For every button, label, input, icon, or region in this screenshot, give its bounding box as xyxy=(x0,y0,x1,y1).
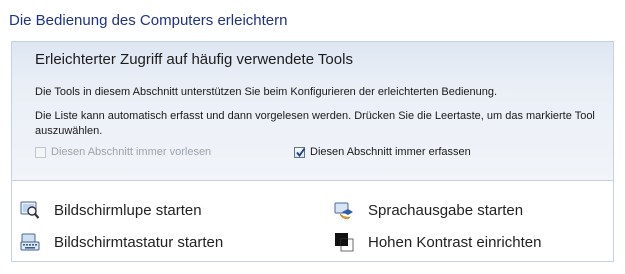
narrator-icon xyxy=(334,202,353,220)
start-magnifier-link[interactable]: Bildschirmlupe starten xyxy=(20,200,202,220)
setup-high-contrast-link[interactable]: Hohen Kontrast einrichten xyxy=(334,232,541,252)
always-read-checkbox-row: Diesen Abschnitt immer vorlesen xyxy=(35,146,211,158)
section-heading: Erleichterter Zugriff auf häufig verwend… xyxy=(35,51,353,68)
always-read-checkbox xyxy=(35,146,46,158)
keyboard-icon xyxy=(20,233,40,251)
checkmark-icon xyxy=(296,147,306,157)
start-onscreen-keyboard-label[interactable]: Bildschirmtastatur starten xyxy=(54,234,223,251)
start-narrator-label[interactable]: Sprachausgabe starten xyxy=(368,202,523,219)
page-title: Die Bedienung des Computers erleichtern xyxy=(9,12,288,29)
section-instructions: Die Liste kann automatisch erfasst und d… xyxy=(35,110,595,137)
high-contrast-icon xyxy=(335,233,354,252)
start-onscreen-keyboard-link[interactable]: Bildschirmtastatur starten xyxy=(20,232,223,252)
section-description: Die Tools in diesem Abschnitt unterstütz… xyxy=(35,86,498,98)
always-scan-label[interactable]: Diesen Abschnitt immer erfassen xyxy=(310,146,471,158)
always-scan-checkbox[interactable] xyxy=(294,146,306,158)
magnifier-icon xyxy=(20,201,40,219)
always-scan-checkbox-row[interactable]: Diesen Abschnitt immer erfassen xyxy=(294,146,471,158)
section-header-band: Erleichterter Zugriff auf häufig verwend… xyxy=(12,42,613,181)
quick-access-section: Erleichterter Zugriff auf häufig verwend… xyxy=(11,41,614,262)
setup-high-contrast-label[interactable]: Hohen Kontrast einrichten xyxy=(368,234,541,251)
start-magnifier-label[interactable]: Bildschirmlupe starten xyxy=(54,202,202,219)
start-narrator-link[interactable]: Sprachausgabe starten xyxy=(334,200,523,220)
always-read-label: Diesen Abschnitt immer vorlesen xyxy=(51,146,212,158)
